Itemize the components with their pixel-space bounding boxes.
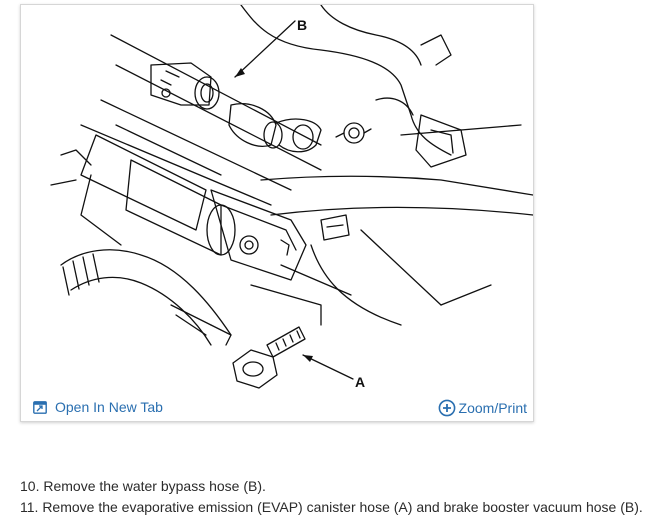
engine-hose-diagram: B A — [50, 5, 533, 390]
instruction-steps: 10. Remove the water bypass hose (B). 11… — [20, 476, 643, 518]
step-10: 10. Remove the water bypass hose (B). — [20, 478, 266, 494]
callout-a: A — [355, 374, 365, 390]
zoom-plus-icon — [438, 399, 456, 417]
zoom-print-label: Zoom/Print — [458, 400, 527, 416]
figure-card: B A Open In New Tab Zoom/Print — [20, 4, 534, 422]
open-in-new-tab-link[interactable]: Open In New Tab — [33, 399, 163, 415]
open-in-new-tab-label: Open In New Tab — [55, 399, 163, 415]
figure-caption-bar: Open In New Tab Zoom/Print — [21, 397, 533, 421]
callout-b: B — [297, 17, 307, 33]
step-11: 11. Remove the evaporative emission (EVA… — [20, 499, 643, 515]
zoom-print-link[interactable]: Zoom/Print — [438, 399, 527, 417]
open-in-new-tab-icon — [33, 400, 47, 414]
